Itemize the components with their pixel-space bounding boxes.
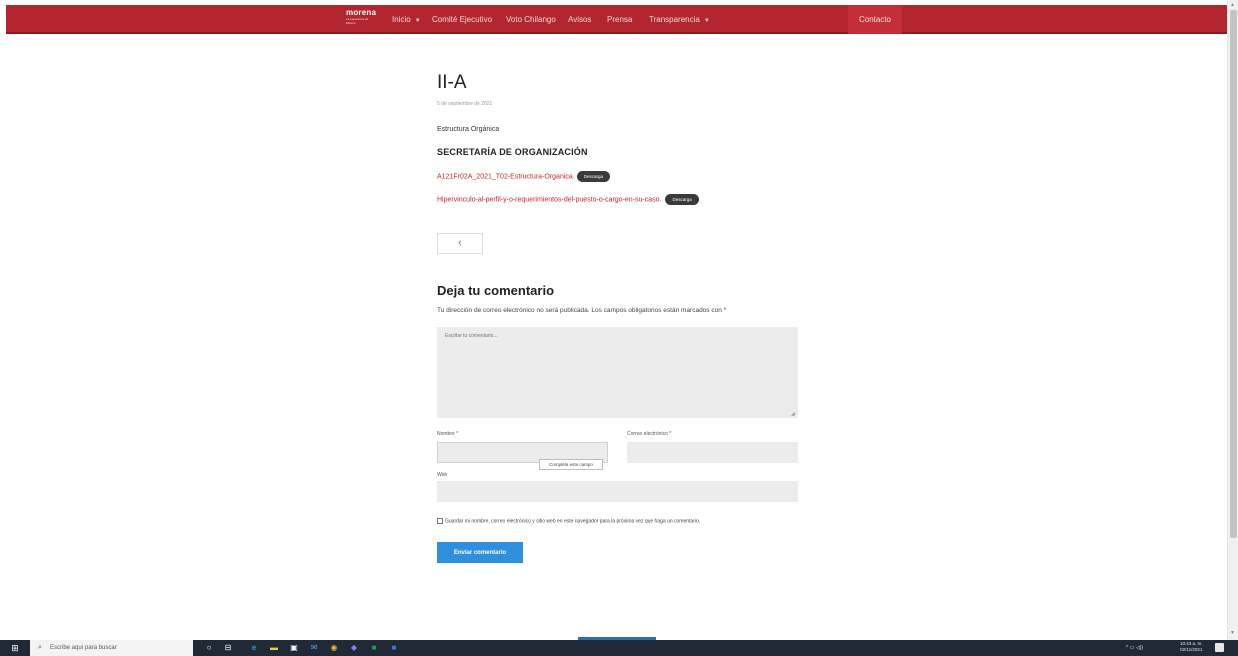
logo-tagline: La esperanza de México xyxy=(346,17,369,25)
nav-item-comite-ejecutivo[interactable]: Comité Ejecutivo xyxy=(432,5,492,34)
post-date: 5 de septiembre de 2021 xyxy=(437,101,493,107)
task-view-icon[interactable]: ⊟ xyxy=(222,642,234,654)
logo-text: morena xyxy=(346,8,377,17)
nav-contact-button[interactable]: Contacto xyxy=(848,5,902,34)
submit-comment-button[interactable]: Enviar comentario xyxy=(437,542,523,563)
chevron-left-icon: ‹ xyxy=(458,237,462,249)
save-info-label[interactable]: Guardar mi nombre, correo electrónico y … xyxy=(445,518,700,524)
edge-icon[interactable]: e xyxy=(248,642,260,654)
comment-section-title: Deja tu comentario xyxy=(437,283,555,298)
file-explorer-icon[interactable]: ▬ xyxy=(268,642,280,654)
validation-tooltip: Completa este campo xyxy=(539,459,603,470)
nav-item-label: Comité Ejecutivo xyxy=(432,15,493,24)
page-title: II-A xyxy=(437,72,467,93)
web-label: Web xyxy=(437,472,448,478)
cortana-icon[interactable]: ○ xyxy=(203,642,215,654)
resize-grip-icon[interactable]: ◢ xyxy=(791,411,795,417)
search-placeholder: Escribe aquí para buscar xyxy=(50,645,117,651)
nav-item-label: Prensa xyxy=(607,15,633,24)
download-badge-button[interactable]: Descarga xyxy=(665,194,699,205)
nav-item-label: Transparencia xyxy=(649,15,700,24)
save-info-row: Guardar mi nombre, correo electrónico y … xyxy=(437,518,700,524)
store-icon[interactable]: ▣ xyxy=(288,642,300,654)
notification-icon[interactable] xyxy=(1215,643,1224,652)
scrollbar-thumb[interactable] xyxy=(1230,10,1237,538)
vertical-scrollbar[interactable]: ▲ ▼ xyxy=(1227,0,1238,640)
taskbar-clock[interactable]: 10:43 a. m. 02/11/2021 xyxy=(1180,641,1203,653)
search-icon: ⌕ xyxy=(38,644,42,651)
chrome-icon[interactable]: ◉ xyxy=(328,642,340,654)
excel-icon[interactable]: ■ xyxy=(368,642,380,654)
name-label: Nombre * xyxy=(437,431,459,437)
clock-date: 02/11/2021 xyxy=(1180,647,1203,652)
download-badge-button[interactable]: Descarga xyxy=(576,171,611,182)
nav-item-label: Avisos xyxy=(568,15,592,24)
nav-item-transparencia[interactable]: Transparencia ▼ xyxy=(649,5,710,34)
email-label: Correo electrónico * xyxy=(627,431,672,437)
scroll-down-arrow-icon[interactable]: ▼ xyxy=(1230,630,1235,636)
comment-notice: Tu dirección de correo electrónico no se… xyxy=(437,307,727,314)
document-link[interactable]: A121Fr02A_2021_T02-Estructura-Organica xyxy=(437,173,573,180)
document-row: A121Fr02A_2021_T02-Estructura-Organica De… xyxy=(437,171,611,182)
save-info-checkbox[interactable] xyxy=(437,518,443,524)
post-subtitle: Estructura Orgánica xyxy=(437,126,500,133)
chevron-down-icon: ▼ xyxy=(703,18,710,24)
web-field[interactable] xyxy=(437,481,798,502)
mail-icon[interactable]: ✉ xyxy=(308,642,320,654)
nav-item-avisos[interactable]: Avisos xyxy=(568,5,591,34)
system-tray[interactable]: ^ ▭ ◁)) xyxy=(1126,640,1143,656)
site-navbar: morena La esperanza de México Inicio ▼ Co… xyxy=(6,5,1227,34)
document-row: Hipervinculo-al-perfil-y-o-requerimiento… xyxy=(437,194,699,205)
teams-icon[interactable]: ◆ xyxy=(348,642,360,654)
windows-logo-icon[interactable]: ⊞ xyxy=(0,640,30,656)
nav-item-label: Inicio xyxy=(392,15,411,24)
word-icon[interactable]: ■ xyxy=(388,642,400,654)
back-button[interactable]: ‹ xyxy=(437,233,483,254)
morena-logo[interactable]: morena La esperanza de México xyxy=(346,8,376,30)
chevron-down-icon: ▼ xyxy=(414,18,421,24)
email-field[interactable] xyxy=(627,442,798,463)
nav-item-voto-chilango[interactable]: Voto Chilango xyxy=(506,5,556,34)
section-heading: SECRETARÍA DE ORGANIZACIÓN xyxy=(437,147,588,157)
nav-item-label: Voto Chilango xyxy=(506,15,556,24)
nav-item-inicio[interactable]: Inicio ▼ xyxy=(392,5,421,34)
window-top-edge xyxy=(0,0,1227,3)
comment-textarea[interactable] xyxy=(437,327,798,418)
taskbar-search-input[interactable]: ⌕ Escribe aquí para buscar xyxy=(30,640,193,656)
scroll-up-arrow-icon[interactable]: ▲ xyxy=(1230,2,1235,8)
document-link[interactable]: Hipervinculo-al-perfil-y-o-requerimiento… xyxy=(437,196,661,203)
windows-taskbar: ⊞ ⌕ Escribe aquí para buscar ○ ⊟ e ▬ ▣ ✉… xyxy=(0,640,1238,656)
nav-item-prensa[interactable]: Prensa xyxy=(607,5,632,34)
